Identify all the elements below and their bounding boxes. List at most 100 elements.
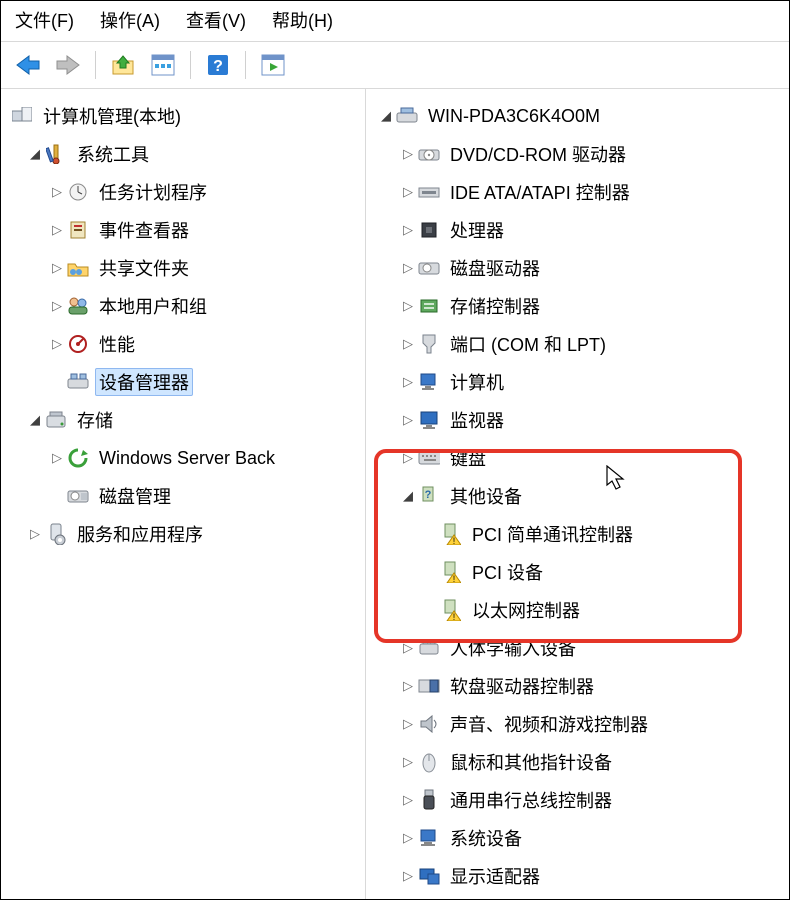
expand-arrow-icon[interactable]: ▷ [49, 450, 65, 466]
tree-item-services[interactable]: ▷ 服务和应用程序 [9, 515, 361, 553]
device-hid[interactable]: ▷ 人体学输入设备 [374, 629, 785, 667]
device-monitor[interactable]: ▷ 监视器 [374, 401, 785, 439]
toolbar: ? [1, 42, 789, 89]
expand-arrow-icon[interactable]: ▷ [400, 260, 416, 276]
tree-label: 磁盘管理 [95, 482, 175, 510]
expand-arrow-icon[interactable]: ▷ [400, 830, 416, 846]
expand-arrow-icon[interactable]: ▷ [400, 374, 416, 390]
device-pci-comm[interactable]: ! PCI 简单通讯控制器 [374, 515, 785, 553]
tree-item-device-manager[interactable]: 设备管理器 [9, 363, 361, 401]
computer-mgmt-icon [11, 105, 33, 127]
disk-mgmt-icon [67, 485, 89, 507]
device-ethernet[interactable]: ! 以太网控制器 [374, 591, 785, 629]
tree-label: 系统工具 [73, 140, 153, 168]
device-sound[interactable]: ▷ 声音、视频和游戏控制器 [374, 705, 785, 743]
speaker-icon [418, 713, 440, 735]
device-display[interactable]: ▷ 显示适配器 [374, 857, 785, 895]
tree-label: 性能 [95, 330, 139, 358]
tree-item-wsb[interactable]: ▷ Windows Server Back [9, 439, 361, 477]
help-button[interactable]: ? [201, 50, 235, 80]
hid-icon [418, 637, 440, 659]
device-cpu[interactable]: ▷ 处理器 [374, 211, 785, 249]
device-computer[interactable]: ▷ 计算机 [374, 363, 785, 401]
keyboard-icon [418, 447, 440, 469]
device-ports[interactable]: ▷ 端口 (COM 和 LPT) [374, 325, 785, 363]
tree-label: 系统设备 [446, 824, 526, 852]
expand-arrow-icon[interactable]: ▷ [27, 526, 43, 542]
tree-item-shared-folders[interactable]: ▷ 共享文件夹 [9, 249, 361, 287]
right-tree: ◢ WIN-PDA3C6K4O0M ▷ DVD/CD-ROM 驱动器 ▷ IDE… [366, 89, 789, 899]
tree-item-performance[interactable]: ▷ 性能 [9, 325, 361, 363]
expand-arrow-icon[interactable]: ▷ [400, 754, 416, 770]
device-root[interactable]: ◢ WIN-PDA3C6K4O0M [374, 97, 785, 135]
tree-label: 服务和应用程序 [73, 520, 207, 548]
menu-file[interactable]: 文件(F) [15, 7, 74, 33]
unknown-warning-icon: ! [440, 561, 462, 583]
menu-help[interactable]: 帮助(H) [272, 7, 333, 33]
expand-arrow-icon[interactable]: ▷ [400, 412, 416, 428]
up-folder-button[interactable] [106, 50, 140, 80]
expand-arrow-icon[interactable]: ▷ [400, 716, 416, 732]
device-dvd[interactable]: ▷ DVD/CD-ROM 驱动器 [374, 135, 785, 173]
expand-arrow-icon[interactable]: ◢ [27, 146, 43, 162]
expand-arrow-icon[interactable]: ▷ [49, 260, 65, 276]
unknown-warning-icon: ! [440, 523, 462, 545]
tree-label: WIN-PDA3C6K4O0M [424, 105, 604, 128]
tree-item-event-viewer[interactable]: ▷ 事件查看器 [9, 211, 361, 249]
forward-arrow-icon [55, 54, 81, 76]
expand-arrow-icon[interactable]: ▷ [400, 792, 416, 808]
properties-button[interactable] [146, 50, 180, 80]
expand-arrow-icon[interactable]: ▷ [400, 868, 416, 884]
tree-label-selected: 设备管理器 [95, 368, 193, 396]
forward-button[interactable] [51, 50, 85, 80]
expand-arrow-icon[interactable]: ▷ [400, 336, 416, 352]
device-usb[interactable]: ▷ 通用串行总线控制器 [374, 781, 785, 819]
device-other[interactable]: ◢ ? 其他设备 [374, 477, 785, 515]
expand-arrow-icon[interactable]: ▷ [49, 222, 65, 238]
tree-label: 以太网控制器 [468, 596, 584, 624]
device-mouse[interactable]: ▷ 鼠标和其他指针设备 [374, 743, 785, 781]
expand-arrow-icon[interactable]: ▷ [400, 450, 416, 466]
menu-view[interactable]: 查看(V) [186, 7, 246, 33]
tree-item-storage[interactable]: ◢ 存储 [9, 401, 361, 439]
system-device-icon [418, 827, 440, 849]
device-disk-drives[interactable]: ▷ 磁盘驱动器 [374, 249, 785, 287]
tree-item-task-scheduler[interactable]: ▷ 任务计划程序 [9, 173, 361, 211]
tree-item-system-tools[interactable]: ◢ 系统工具 [9, 135, 361, 173]
device-ide[interactable]: ▷ IDE ATA/ATAPI 控制器 [374, 173, 785, 211]
expand-arrow-icon[interactable]: ▷ [400, 678, 416, 694]
device-keyboard[interactable]: ▷ 键盘 [374, 439, 785, 477]
expand-arrow-icon[interactable]: ◢ [400, 488, 416, 504]
window-grid-icon [151, 54, 175, 76]
tree-label: PCI 设备 [468, 558, 547, 586]
device-floppy-ctrl[interactable]: ▷ 软盘驱动器控制器 [374, 667, 785, 705]
refresh-button[interactable] [256, 50, 290, 80]
tree-item-root[interactable]: 计算机管理(本地) [9, 97, 361, 135]
device-system[interactable]: ▷ 系统设备 [374, 819, 785, 857]
tree-label: 声音、视频和游戏控制器 [446, 710, 652, 738]
tree-item-disk-mgmt[interactable]: 磁盘管理 [9, 477, 361, 515]
svg-text:?: ? [213, 58, 223, 75]
menu-action[interactable]: 操作(A) [100, 7, 160, 33]
expand-arrow-icon[interactable]: ▷ [400, 298, 416, 314]
expand-arrow-icon[interactable]: ▷ [400, 184, 416, 200]
display-adapter-icon [418, 865, 440, 887]
expand-arrow-icon[interactable]: ▷ [49, 298, 65, 314]
dvd-drive-icon [418, 143, 440, 165]
back-button[interactable] [11, 50, 45, 80]
tree-label: 其他设备 [446, 482, 526, 510]
tree-label: 软盘驱动器控制器 [446, 672, 598, 700]
expand-arrow-icon[interactable]: ▷ [400, 640, 416, 656]
expand-arrow-icon[interactable]: ◢ [378, 108, 394, 124]
device-storage-ctrl[interactable]: ▷ 存储控制器 [374, 287, 785, 325]
expand-arrow-icon[interactable]: ▷ [49, 336, 65, 352]
tree-item-local-users[interactable]: ▷ 本地用户和组 [9, 287, 361, 325]
expand-arrow-icon[interactable]: ▷ [49, 184, 65, 200]
expand-arrow-icon[interactable]: ◢ [27, 412, 43, 428]
device-pci-dev[interactable]: ! PCI 设备 [374, 553, 785, 591]
expand-arrow-icon[interactable]: ▷ [400, 222, 416, 238]
expand-arrow-icon[interactable]: ▷ [400, 146, 416, 162]
tree-label: 计算机 [446, 368, 508, 396]
users-icon [67, 295, 89, 317]
ide-controller-icon [418, 181, 440, 203]
